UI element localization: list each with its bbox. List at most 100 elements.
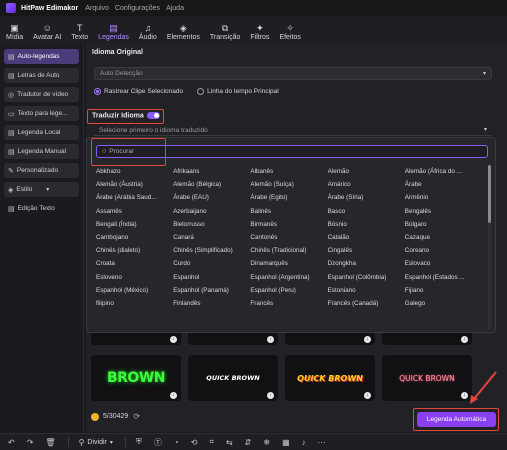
tab-legendas[interactable]: ▤ Legendas [98, 23, 129, 44]
speed-icon[interactable]: ◔ [174, 438, 179, 447]
language-option[interactable]: Galego [405, 297, 482, 310]
undo-icon[interactable]: ↶ [8, 438, 15, 447]
tab-elementos[interactable]: ◈ Elementos [167, 23, 200, 44]
language-option[interactable]: Bengalês [405, 205, 482, 218]
language-option[interactable]: Alemão (Bélgica) [173, 178, 250, 191]
language-option[interactable]: Afrikaans [173, 165, 250, 178]
sidebar-item-legenda-local[interactable]: ▤ Legenda Local [4, 125, 79, 140]
language-option[interactable]: Chinês (Tradicional) [250, 244, 327, 257]
sidebar-item-auto-legendas[interactable]: ▤ Auto-legendas [4, 49, 79, 64]
freeze-icon[interactable]: ❄ [263, 438, 270, 447]
more-icon[interactable]: ⋯ [318, 438, 326, 447]
language-option[interactable]: Azerbaijano [173, 205, 250, 218]
preset-card[interactable]: ↓ [382, 333, 472, 345]
language-option[interactable]: Assamês [96, 205, 173, 218]
language-option[interactable]: Espanhol (Peru) [250, 284, 327, 297]
language-option[interactable]: Estoniano [328, 284, 405, 297]
preset-card[interactable]: ↓ [188, 333, 278, 345]
tab-avatar-ai[interactable]: ☺ Avatar AI [33, 23, 61, 44]
sidebar-item-texto-legenda[interactable]: ▭ Texto para lege... [4, 106, 79, 121]
language-option[interactable]: Búlgaro [405, 218, 482, 231]
language-option[interactable]: filipino [96, 297, 173, 310]
language-option[interactable]: Balinês [250, 205, 327, 218]
refresh-icon[interactable]: ⟳ [133, 412, 140, 421]
language-option[interactable]: Chinês (Simplificado) [173, 244, 250, 257]
translate-toggle[interactable] [146, 112, 160, 119]
preset-card-brown-green[interactable]: BROWN ↓ [91, 355, 181, 401]
language-option[interactable]: Espanhol (Estados ... [405, 271, 482, 284]
sidebar-item-edicao-texto[interactable]: ▤ Edição Texto [4, 201, 79, 216]
language-search-input[interactable] [109, 148, 410, 155]
delete-icon[interactable]: 🗑 [45, 438, 55, 447]
language-option[interactable]: Canará [173, 231, 250, 244]
language-option[interactable]: Espanhol (Colômbia) [328, 271, 405, 284]
language-option[interactable]: Alemão (Suíça) [250, 178, 327, 191]
language-option[interactable]: Coreano [405, 244, 482, 257]
tab-filtros[interactable]: ✦ Filtros [250, 23, 269, 44]
language-option[interactable]: Eslovaco [405, 257, 482, 270]
language-option[interactable]: Basco [328, 205, 405, 218]
download-icon[interactable]: ↓ [170, 336, 177, 343]
chevron-down-icon[interactable]: ▾ [110, 439, 113, 446]
language-option[interactable]: Árabe (Arábia Saud... [96, 191, 173, 204]
redo-icon[interactable]: ↷ [27, 438, 34, 447]
language-option[interactable]: Cantonês [250, 231, 327, 244]
download-icon[interactable]: ↓ [170, 392, 177, 399]
language-option[interactable]: Cingalês [328, 244, 405, 257]
language-option[interactable]: Birmanês [250, 218, 327, 231]
download-icon[interactable]: ↓ [364, 392, 371, 399]
tab-texto[interactable]: T Texto [71, 23, 88, 44]
language-option[interactable]: Espanhol [173, 271, 250, 284]
menu-arquivo[interactable]: Arquivo [85, 5, 109, 12]
language-option[interactable]: Espanhol (Argentina) [250, 271, 327, 284]
menu-ajuda[interactable]: Ajuda [166, 5, 184, 12]
scrollbar-thumb[interactable] [488, 165, 491, 223]
language-option[interactable]: Árabe (EAU) [173, 191, 250, 204]
flip-icon[interactable]: ⇵ [245, 438, 252, 447]
original-language-select[interactable]: Auto Detecção ▾ [94, 67, 492, 80]
sidebar-item-tradutor[interactable]: ◎ Tradutor de vídeo [4, 87, 79, 102]
refresh-tool-icon[interactable]: ⟲ [191, 438, 198, 447]
language-option[interactable]: Albanês [250, 165, 327, 178]
language-option[interactable]: Croata [96, 257, 173, 270]
language-option[interactable]: Francês [250, 297, 327, 310]
language-option[interactable]: Esloveno [96, 271, 173, 284]
language-option[interactable]: Espanhol (Panamá) [173, 284, 250, 297]
preset-card-quick-white[interactable]: QUICK BROWN ↓ [188, 355, 278, 401]
language-option[interactable]: Dinamarquês [250, 257, 327, 270]
language-option[interactable]: Alemão (África do ... [405, 165, 482, 178]
download-icon[interactable]: ↓ [364, 336, 371, 343]
translate-language-select[interactable]: Selecione primeiro o idioma traduzido ▾ [94, 125, 492, 136]
shield-icon[interactable]: ⛨ [136, 437, 142, 447]
radio-main-timeline[interactable] [197, 88, 205, 95]
preset-card-quick-pink[interactable]: QUICK BROWN ↓ [382, 355, 472, 401]
download-icon[interactable]: ↓ [461, 336, 468, 343]
download-icon[interactable]: ↓ [267, 392, 274, 399]
language-option[interactable]: Árabe [405, 178, 482, 191]
language-option[interactable]: Cambojano [96, 231, 173, 244]
language-option[interactable]: Árabe (Egito) [250, 191, 327, 204]
mirror-icon[interactable]: ⇆ [226, 438, 233, 447]
language-option[interactable]: Amárico [328, 178, 405, 191]
download-icon[interactable]: ↓ [267, 336, 274, 343]
tab-efeitos[interactable]: ✧ Efeitos [279, 23, 300, 44]
crop-icon[interactable]: ⌗ [209, 437, 214, 447]
radio-track-selected[interactable] [94, 88, 101, 95]
preset-card-quick-yellow[interactable]: QUICK BROWN ↓ [285, 355, 375, 401]
grid-icon[interactable]: ▦ [282, 438, 290, 447]
language-option[interactable]: Chinês (dialeto) [96, 244, 173, 257]
language-option[interactable]: Bielorrusso [173, 218, 250, 231]
tab-audio[interactable]: ♫ Áudio [139, 23, 157, 44]
menu-configuracoes[interactable]: Configurações [115, 5, 160, 12]
language-option[interactable]: Espanhol (México) [96, 284, 173, 297]
language-option[interactable]: Finlandês [173, 297, 250, 310]
preset-card[interactable]: ↓ [91, 333, 181, 345]
preset-card[interactable]: ↓ [285, 333, 375, 345]
language-option[interactable]: Bengali (Índia) [96, 218, 173, 231]
sidebar-item-letras[interactable]: ▤ Letras de Auto [4, 68, 79, 83]
language-option[interactable]: Cazaque [405, 231, 482, 244]
language-option[interactable]: Abkhazo [96, 165, 173, 178]
split-button[interactable]: Dividir [87, 439, 106, 446]
language-option[interactable]: Alemão [328, 165, 405, 178]
language-option[interactable]: Armênio [405, 191, 482, 204]
